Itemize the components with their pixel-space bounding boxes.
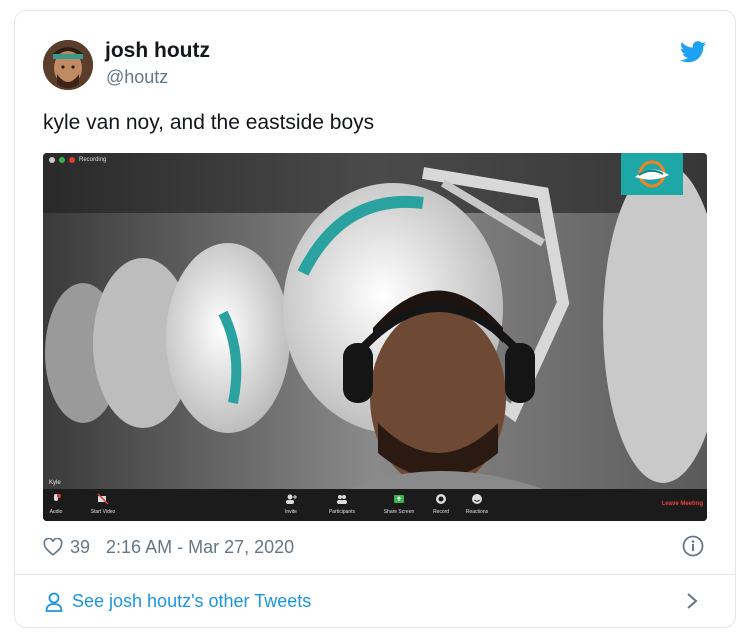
heart-icon[interactable] <box>43 538 63 556</box>
meeting-toolbar: Audio Start Video Invite Participants Sh… <box>43 489 707 521</box>
person-icon <box>45 592 63 612</box>
author-name[interactable]: josh houtz <box>105 39 210 63</box>
start-video-button[interactable]: Start Video <box>78 493 128 515</box>
other-tweets-label: See josh houtz's other Tweets <box>72 591 312 611</box>
tweet-card: josh houtz @houtz kyle van noy, and the … <box>14 10 736 628</box>
like-count[interactable]: 39 <box>70 537 90 558</box>
invite-button[interactable]: Invite <box>266 493 316 515</box>
participant-name-tag: Kyle <box>49 480 61 486</box>
twitter-bird-icon[interactable] <box>680 41 706 63</box>
author-handle[interactable]: @houtz <box>106 67 168 88</box>
record-icon <box>436 494 446 504</box>
video-off-icon <box>97 493 109 505</box>
microphone-icon <box>54 494 61 501</box>
zoom-call-image <box>43 153 707 521</box>
share-screen-icon <box>394 495 404 503</box>
tweet-text: kyle van noy, and the eastside boys <box>43 111 375 134</box>
reactions-button[interactable]: Reactions <box>452 493 502 515</box>
tweet-meta: 39 2:16 AM - Mar 27, 2020 <box>43 536 294 558</box>
divider <box>15 574 735 575</box>
info-icon[interactable] <box>682 535 704 557</box>
add-person-icon <box>286 494 297 504</box>
tweet-media[interactable]: Recording Kyle Audio Start Video Invite <box>43 153 707 521</box>
timestamp[interactable]: 2:16 AM - Mar 27, 2020 <box>106 537 294 558</box>
participants-button[interactable]: Participants <box>317 493 367 515</box>
recording-indicator: Recording <box>49 157 106 163</box>
avatar[interactable] <box>43 40 93 90</box>
leave-meeting-button[interactable]: Leave Meeting <box>662 501 703 507</box>
emoji-icon <box>472 494 482 504</box>
participants-icon <box>337 495 347 504</box>
other-tweets-link[interactable]: See josh houtz's other Tweets <box>45 591 311 612</box>
team-logo <box>621 153 683 195</box>
audio-button[interactable]: Audio <box>43 493 81 515</box>
chevron-right-icon[interactable] <box>685 592 699 610</box>
